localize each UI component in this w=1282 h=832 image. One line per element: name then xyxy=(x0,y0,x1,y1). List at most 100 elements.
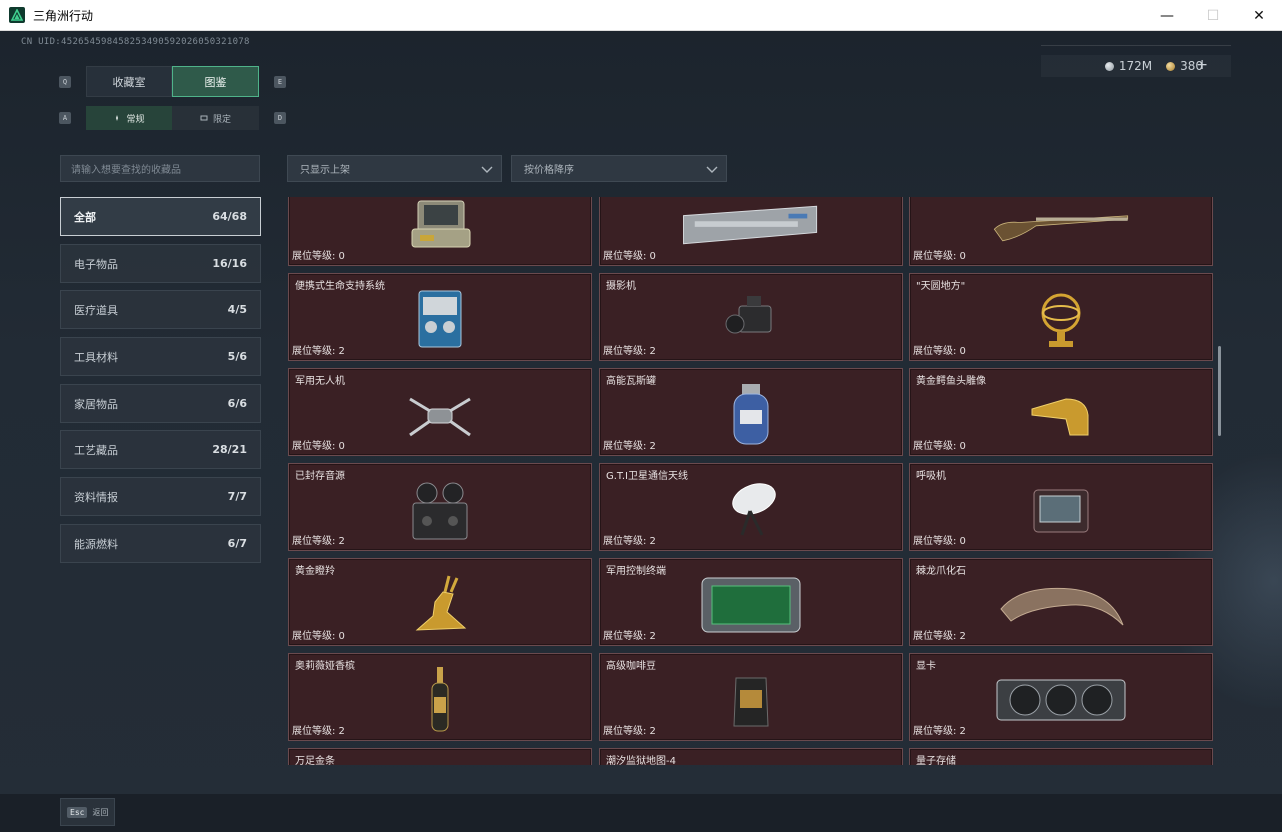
search-input[interactable]: 请输入想要查找的收藏品 xyxy=(60,155,260,182)
shelf-filter-label: 只显示上架 xyxy=(300,165,350,176)
player-uid: CN UID:452654598458253490592026050321078 xyxy=(21,37,250,47)
category-count: 5/6 xyxy=(227,350,247,363)
item-grid: 展位等级: 0 展位等级: 0 展位等级: 0 便携式生命支持系统 展位等级: … xyxy=(287,197,1214,765)
item-level: 展位等级: 0 xyxy=(913,251,966,262)
subtab-regular[interactable]: 常规 xyxy=(86,106,172,130)
item-card[interactable]: 摄影机 展位等级: 2 xyxy=(599,273,903,361)
category-label: 资料情报 xyxy=(74,490,118,504)
item-card[interactable]: 呼吸机 展位等级: 0 xyxy=(909,463,1213,551)
subtab-next-key: D xyxy=(274,112,286,124)
category-label: 工艺藏品 xyxy=(74,443,118,457)
item-name: 黄金瞪羚 xyxy=(295,566,335,577)
champagne-icon xyxy=(365,662,515,738)
bottom-bar: Esc 返回 xyxy=(0,794,1282,832)
category-count: 4/5 xyxy=(227,303,247,316)
category-all[interactable]: 全部 64/68 xyxy=(60,197,261,236)
category-intel[interactable]: 资料情报 7/7 xyxy=(60,477,261,516)
item-card[interactable]: 黄金鳄鱼头雕像 展位等级: 0 xyxy=(909,368,1213,456)
drone-icon xyxy=(365,377,515,453)
tape-recorder-icon xyxy=(365,472,515,548)
item-card[interactable]: 棘龙爪化石 展位等级: 2 xyxy=(909,558,1213,646)
item-card[interactable]: 高级咖啡豆 展位等级: 2 xyxy=(599,653,903,741)
life-support-icon xyxy=(365,282,515,358)
close-icon: ✕ xyxy=(1253,7,1265,24)
category-count: 16/16 xyxy=(212,257,247,270)
item-card[interactable]: 黄金瞪羚 展位等级: 0 xyxy=(288,558,592,646)
item-level: 展位等级: 0 xyxy=(913,441,966,452)
item-level: 展位等级: 0 xyxy=(292,251,345,262)
server-icon xyxy=(676,197,826,263)
item-name: 潮汐监狱地图-4 xyxy=(606,756,676,765)
category-tools[interactable]: 工具材料 5/6 xyxy=(60,337,261,376)
gpu-icon xyxy=(986,662,1136,738)
item-level: 展位等级: 0 xyxy=(292,441,345,452)
subtab-limited[interactable]: 限定 xyxy=(172,106,259,130)
item-level: 展位等级: 2 xyxy=(913,726,966,737)
category-energy[interactable]: 能源燃料 6/7 xyxy=(60,524,261,563)
item-card[interactable]: 量子存储 xyxy=(909,748,1213,765)
close-button[interactable]: ✕ xyxy=(1236,0,1282,31)
silver-coin-icon xyxy=(1104,61,1114,71)
category-household[interactable]: 家居物品 6/6 xyxy=(60,384,261,423)
claw-fossil-icon xyxy=(986,567,1136,643)
shelf-filter-dropdown[interactable]: 只显示上架 xyxy=(287,155,502,182)
item-level: 展位等级: 0 xyxy=(913,536,966,547)
item-name: 高级咖啡豆 xyxy=(606,661,656,672)
armillary-icon xyxy=(986,282,1136,358)
tab-collection-room[interactable]: 收藏室 xyxy=(86,66,172,97)
item-level: 展位等级: 2 xyxy=(603,726,656,737)
item-name: 军用无人机 xyxy=(295,376,345,387)
category-count: 64/68 xyxy=(212,210,247,223)
category-medical[interactable]: 医疗道具 4/5 xyxy=(60,290,261,329)
item-name: 万足金条 xyxy=(295,756,335,765)
limited-icon xyxy=(200,115,208,121)
category-count: 6/7 xyxy=(227,537,247,550)
maximize-button[interactable]: ☐ xyxy=(1190,0,1236,31)
window-title: 三角洲行动 xyxy=(33,8,94,23)
item-name: 量子存储 xyxy=(916,756,956,765)
item-level: 展位等级: 0 xyxy=(603,251,656,262)
terminal-icon xyxy=(676,567,826,643)
tab-next-key: E xyxy=(274,76,286,88)
item-level: 展位等级: 2 xyxy=(292,536,345,547)
category-electronics[interactable]: 电子物品 16/16 xyxy=(60,244,261,283)
item-card[interactable]: 展位等级: 0 xyxy=(599,197,903,266)
item-name: 高能瓦斯罐 xyxy=(606,376,656,387)
item-name: 奥莉薇娅香槟 xyxy=(295,661,355,672)
item-card[interactable]: 潮汐监狱地图-4 xyxy=(599,748,903,765)
sort-label: 按价格降序 xyxy=(524,165,574,176)
grid-scrollbar[interactable] xyxy=(1218,346,1221,436)
item-card[interactable]: 军用无人机 展位等级: 0 xyxy=(288,368,592,456)
item-card[interactable]: 展位等级: 0 xyxy=(288,197,592,266)
category-crafts[interactable]: 工艺藏品 28/21 xyxy=(60,430,261,469)
minimize-button[interactable]: — xyxy=(1144,0,1190,31)
item-card[interactable]: 显卡 展位等级: 2 xyxy=(909,653,1213,741)
item-card[interactable]: G.T.I卫星通信天线 展位等级: 2 xyxy=(599,463,903,551)
header-divider xyxy=(1041,45,1231,46)
item-card[interactable]: 便携式生命支持系统 展位等级: 2 xyxy=(288,273,592,361)
item-card[interactable]: 万足金条 xyxy=(288,748,592,765)
item-card[interactable]: 奥莉薇娅香槟 展位等级: 2 xyxy=(288,653,592,741)
sort-dropdown[interactable]: 按价格降序 xyxy=(511,155,727,182)
tab-prev-key: Q xyxy=(59,76,71,88)
item-card[interactable]: 军用控制终端 展位等级: 2 xyxy=(599,558,903,646)
item-name: 呼吸机 xyxy=(916,471,946,482)
item-level: 展位等级: 2 xyxy=(603,441,656,452)
item-card[interactable]: "天圆地方" 展位等级: 0 xyxy=(909,273,1213,361)
item-level: 展位等级: 0 xyxy=(913,346,966,357)
item-card[interactable]: 高能瓦斯罐 展位等级: 2 xyxy=(599,368,903,456)
subtab-regular-label: 常规 xyxy=(126,114,145,125)
map-icon xyxy=(676,757,826,765)
app-logo-icon xyxy=(9,7,25,23)
add-currency-button[interactable]: + xyxy=(1196,57,1208,73)
coffee-bag-icon xyxy=(676,662,826,738)
item-card[interactable]: 展位等级: 0 xyxy=(909,197,1213,266)
tab-catalog[interactable]: 图鉴 xyxy=(172,66,259,97)
window-titlebar: 三角洲行动 — ☐ ✕ xyxy=(0,0,1282,31)
camera-icon xyxy=(676,282,826,358)
maximize-icon: ☐ xyxy=(1206,7,1220,24)
back-button[interactable]: Esc 返回 xyxy=(60,798,115,826)
item-card[interactable]: 已封存音源 展位等级: 2 xyxy=(288,463,592,551)
item-name: "天圆地方" xyxy=(916,281,966,292)
search-placeholder: 请输入想要查找的收藏品 xyxy=(71,165,181,176)
